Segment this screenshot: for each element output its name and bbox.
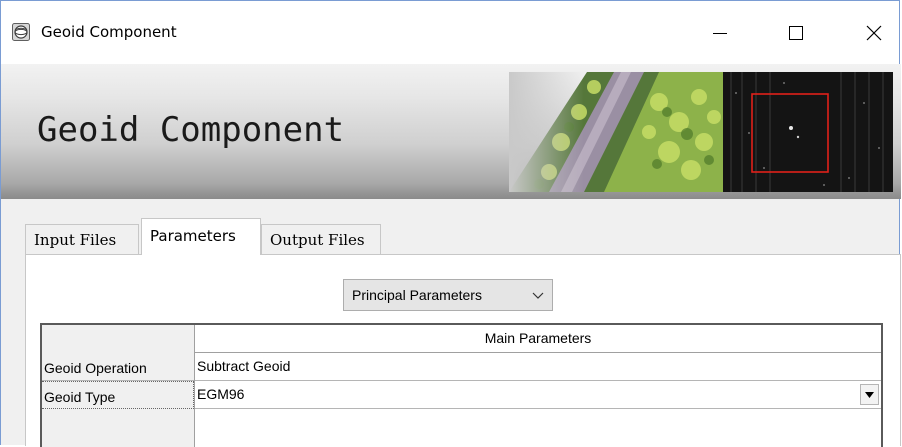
banner-title: Geoid Component [37,110,345,150]
column-header: Main Parameters [195,325,881,353]
maximize-icon [789,25,803,40]
tab-output-files[interactable]: Output Files [261,224,381,254]
triangle-down-icon [865,391,874,398]
radar-image [723,72,893,192]
geoid-type-dropdown-button[interactable] [860,384,879,405]
geoid-type-select[interactable]: EGM96 [195,381,881,409]
minimize-icon [713,32,727,34]
tab-input-files[interactable]: Input Files [25,224,139,254]
row-label-geoid-operation: Geoid Operation [42,353,194,381]
maximize-button[interactable] [769,1,823,64]
chevron-down-icon [532,292,544,299]
row-label-geoid-type: Geoid Type [42,381,194,409]
header-banner: Geoid Component [1,64,901,199]
geoid-operation-field[interactable]: Subtract Geoid [195,353,881,381]
globe-icon [12,23,30,41]
parameters-table: Main Parameters Geoid Operation Subtract… [40,323,883,447]
close-button[interactable] [847,1,901,64]
title-bar[interactable]: Geoid Component [1,1,899,64]
geoid-type-value: EGM96 [197,386,245,402]
window-title: Geoid Component [41,23,177,41]
close-icon [866,25,882,40]
tab-parameters[interactable]: Parameters [141,218,261,255]
aerial-image [509,72,723,192]
parameters-panel: Principal Parameters Main Parameters Geo… [25,254,901,447]
minimize-button[interactable] [693,1,747,64]
parameter-section-value: Principal Parameters [352,287,482,303]
app-window: Geoid Component Geoid Component Input Fi… [0,0,901,447]
parameter-section-dropdown[interactable]: Principal Parameters [343,279,553,311]
